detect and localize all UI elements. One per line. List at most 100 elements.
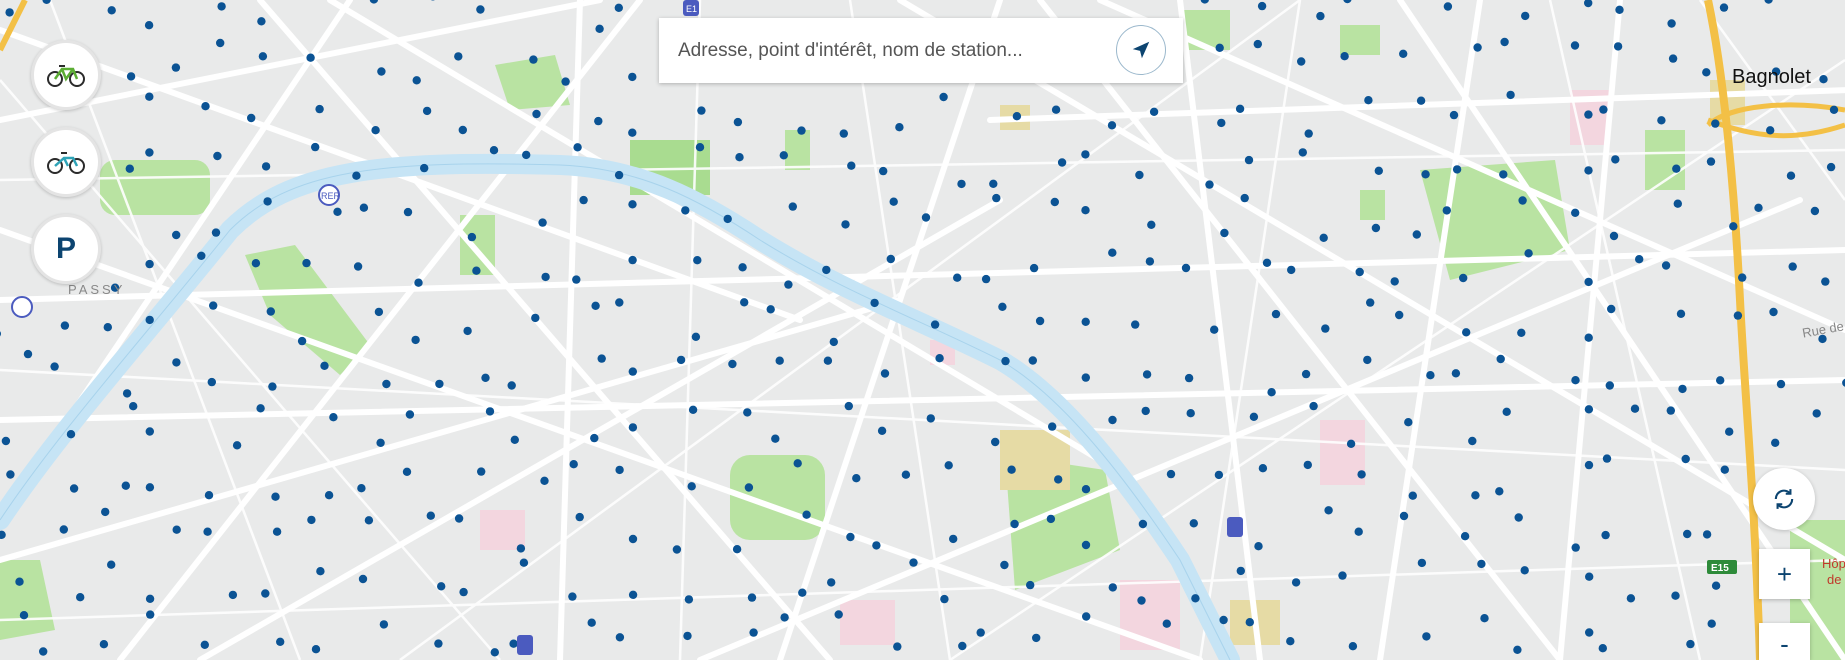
station-marker[interactable] [1584, 333, 1593, 342]
station-marker[interactable] [507, 381, 516, 390]
station-marker[interactable] [1026, 580, 1035, 590]
station-marker[interactable] [103, 323, 113, 332]
station-marker[interactable] [422, 106, 432, 116]
station-marker[interactable] [1395, 310, 1404, 320]
station-marker[interactable] [129, 402, 138, 411]
station-marker[interactable] [1584, 460, 1594, 470]
station-marker[interactable] [302, 258, 311, 268]
station-marker[interactable] [307, 515, 316, 525]
station-marker[interactable] [1108, 248, 1117, 257]
station-marker[interactable] [5, 8, 14, 17]
station-marker[interactable] [1601, 530, 1610, 540]
station-marker[interactable] [1449, 110, 1459, 120]
station-marker[interactable] [1754, 203, 1763, 212]
station-marker[interactable] [749, 628, 758, 637]
station-marker[interactable] [1258, 464, 1268, 473]
station-marker[interactable] [209, 301, 218, 310]
locate-button[interactable] [1116, 25, 1166, 75]
station-marker[interactable] [1607, 304, 1616, 314]
station-marker[interactable] [434, 639, 443, 648]
station-marker[interactable] [272, 527, 282, 536]
station-marker[interactable] [529, 55, 538, 64]
station-marker[interactable] [1107, 121, 1117, 130]
station-marker[interactable] [1788, 262, 1797, 271]
station-marker[interactable] [126, 72, 136, 81]
station-marker[interactable] [145, 594, 155, 603]
station-marker[interactable] [676, 355, 686, 365]
station-marker[interactable] [839, 129, 848, 138]
station-marker[interactable] [1585, 628, 1594, 637]
station-marker[interactable] [121, 481, 130, 490]
station-marker[interactable] [1702, 530, 1712, 539]
station-marker[interactable] [1471, 491, 1480, 500]
station-marker[interactable] [1249, 412, 1259, 421]
station-marker[interactable] [263, 197, 272, 206]
station-marker[interactable] [1364, 96, 1373, 105]
station-marker[interactable] [516, 544, 526, 553]
station-marker[interactable] [844, 401, 853, 411]
station-marker[interactable] [271, 492, 280, 501]
station-marker[interactable] [258, 52, 268, 61]
station-marker[interactable] [1287, 265, 1296, 275]
station-marker[interactable] [1630, 404, 1640, 413]
station-marker[interactable] [1081, 373, 1091, 382]
station-marker[interactable] [1271, 309, 1281, 319]
station-marker[interactable] [1291, 578, 1301, 587]
station-marker[interactable] [728, 359, 737, 369]
station-marker[interactable] [926, 414, 935, 423]
station-marker[interactable] [1309, 401, 1318, 411]
station-marker[interactable] [1267, 388, 1276, 397]
station-marker[interactable] [374, 307, 384, 317]
station-marker[interactable] [1676, 309, 1686, 318]
station-marker[interactable] [1303, 460, 1313, 470]
station-marker[interactable] [735, 153, 744, 162]
station-marker[interactable] [1286, 637, 1295, 646]
station-marker[interactable] [1162, 619, 1172, 628]
station-marker[interactable] [827, 578, 836, 587]
station-marker[interactable] [614, 170, 624, 180]
station-marker[interactable] [414, 278, 423, 287]
station-marker[interactable] [490, 648, 499, 657]
station-marker[interactable] [1683, 529, 1692, 539]
station-marker[interactable] [1626, 594, 1636, 603]
station-marker[interactable] [1733, 311, 1743, 320]
station-marker[interactable] [1518, 196, 1527, 205]
station-marker[interactable] [359, 203, 369, 212]
station-marker[interactable] [784, 280, 793, 289]
station-marker[interactable] [775, 356, 784, 365]
station-marker[interactable] [1786, 171, 1796, 180]
station-marker[interactable] [1399, 49, 1408, 58]
station-marker[interactable] [870, 298, 879, 308]
station-marker[interactable] [1571, 208, 1580, 217]
station-marker[interactable] [1499, 170, 1508, 179]
station-marker[interactable] [1609, 231, 1619, 241]
station-marker[interactable] [172, 525, 181, 534]
station-marker[interactable] [1729, 222, 1738, 231]
station-marker[interactable] [976, 628, 985, 637]
station-marker[interactable] [420, 163, 429, 173]
station-marker[interactable] [991, 437, 1000, 447]
station-marker[interactable] [681, 206, 690, 215]
station-marker[interactable] [1598, 644, 1608, 653]
station-marker[interactable] [587, 618, 596, 627]
station-marker[interactable] [306, 53, 315, 62]
station-marker[interactable] [852, 474, 861, 483]
station-marker[interactable] [732, 545, 742, 554]
station-marker[interactable] [847, 161, 856, 170]
station-marker[interactable] [101, 507, 110, 517]
station-marker[interactable] [1217, 118, 1226, 128]
station-marker[interactable] [1459, 273, 1468, 283]
station-marker[interactable] [1029, 263, 1039, 273]
station-marker[interactable] [1338, 571, 1347, 580]
map-canvas[interactable]: E1 RER E15 [0, 0, 1845, 660]
station-marker[interactable] [921, 213, 931, 222]
station-marker[interactable] [1599, 105, 1608, 114]
station-marker[interactable] [426, 511, 435, 520]
station-marker[interactable] [1702, 68, 1711, 77]
station-marker[interactable] [145, 148, 154, 157]
station-marker[interactable] [733, 117, 743, 127]
station-marker[interactable] [615, 298, 624, 307]
station-marker[interactable] [207, 377, 216, 387]
station-marker[interactable] [1236, 566, 1246, 576]
station-marker[interactable] [261, 589, 270, 598]
